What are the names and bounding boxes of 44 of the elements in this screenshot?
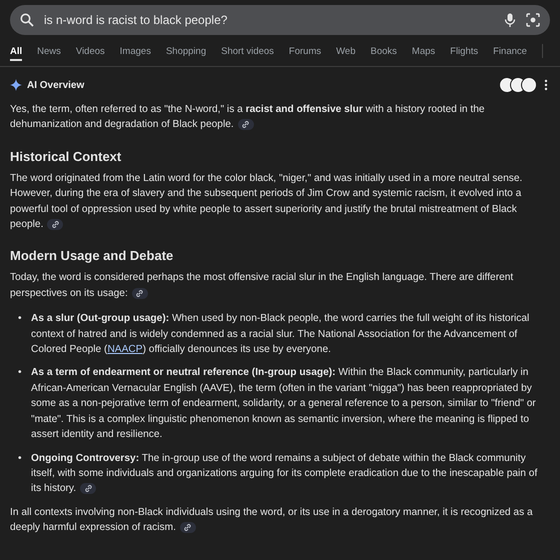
paragraph: Today, the word is considered perhaps the most offensive racial slur in the English language. There are different perspectives on its usage: bbox=[10, 271, 514, 301]
bullet-point: • bbox=[18, 366, 23, 380]
search-tab[interactable]: Flights bbox=[450, 42, 478, 60]
search-tab[interactable]: Web bbox=[336, 42, 356, 60]
bullet-point: • bbox=[18, 452, 23, 466]
section-heading: Historical Context bbox=[10, 148, 122, 165]
search-text: is n-word is racist to black people? bbox=[44, 13, 228, 27]
source-avatar[interactable] bbox=[521, 77, 537, 93]
link-icon bbox=[184, 524, 192, 531]
bullet-item: As a term of endearment or neutral reference (In-group usage): Within the Black community, particularly in African-American Vernacular English (AAVE), the term (often in the variant "nigga") has been reappropriated by some as a non-pejorative term of endearment, solidarity, or a general reference to a person, similar to "friend" or "mate". This is a complex linguistic phenomenon known as semantic inversion, where the meaning is flipped to assert identity and resilience. bbox=[31, 366, 537, 442]
section-title: AI Overview bbox=[27, 80, 86, 90]
citation-link[interactable] bbox=[238, 119, 254, 130]
citation-link[interactable] bbox=[132, 288, 148, 299]
bullet-item: Ongoing Controversy: The in-group use of the word remains a subject of debate within the Black community itself, with some individuals and organizations arguing for its complete eradication due to the inescapable pain of its history. bbox=[31, 452, 538, 496]
bullet-item: As a slur (Out-group usage): When used by non-Black people, the word carries the full weight of its historical context of hatred and is widely condemned as a racial slur. The National Association for the Advancement of Colored People (NAACP) officially denounces its use by everyone. bbox=[31, 312, 530, 358]
search-tab[interactable]: Forums bbox=[288, 42, 322, 60]
search-tab[interactable]: Finance bbox=[493, 42, 527, 60]
sparkle-icon bbox=[10, 79, 22, 91]
search-tab[interactable]: Images bbox=[120, 42, 151, 60]
paragraph: The word originated from the Latin word for the color black, "niger," and was initially used in a more neutral sense. However, during the era of slavery and the subsequent periods of Jim Crow and systemic racism, it evolved into a powerful tool of oppression used by white people to assert superiority and justify the brutal mistreatment of Black people. bbox=[10, 172, 524, 232]
citation-link[interactable] bbox=[80, 483, 96, 494]
search-tab[interactable]: All bbox=[10, 42, 22, 60]
naacp-link[interactable]: NAACP bbox=[107, 344, 143, 356]
search-tab[interactable]: Books bbox=[370, 42, 397, 60]
search-tab[interactable]: Short videos bbox=[221, 42, 274, 60]
camera-icon[interactable] bbox=[526, 13, 540, 27]
citation-link[interactable] bbox=[180, 522, 196, 533]
link-icon bbox=[52, 220, 59, 228]
search-field[interactable]: is n-word is racist to black people? bbox=[10, 5, 550, 35]
link-icon bbox=[242, 121, 250, 128]
search-icon[interactable] bbox=[20, 13, 34, 27]
search-tab[interactable]: News bbox=[37, 42, 61, 60]
bullet-point: • bbox=[18, 312, 23, 326]
microphone-icon[interactable] bbox=[504, 13, 516, 27]
paragraph: Yes, the term, often referred to as "the N-word," is a racist and offensive slur with a history rooted in the dehumanization and degradation of Black people. bbox=[10, 103, 486, 132]
citation-link[interactable] bbox=[47, 218, 64, 230]
link-icon bbox=[84, 485, 92, 492]
more-icon[interactable] bbox=[542, 79, 550, 91]
section-heading: Modern Usage and Debate bbox=[10, 248, 174, 264]
search-tab[interactable]: Maps bbox=[412, 42, 436, 60]
search-tab[interactable]: Shopping bbox=[166, 42, 206, 60]
paragraph: In all contexts involving non-Black individuals using the word, or its use in a derogatory manner, it is recognized as a deeply harmful expression of racism. bbox=[10, 506, 534, 536]
search-tab[interactable]: Videos bbox=[76, 42, 105, 60]
link-icon bbox=[136, 290, 144, 297]
